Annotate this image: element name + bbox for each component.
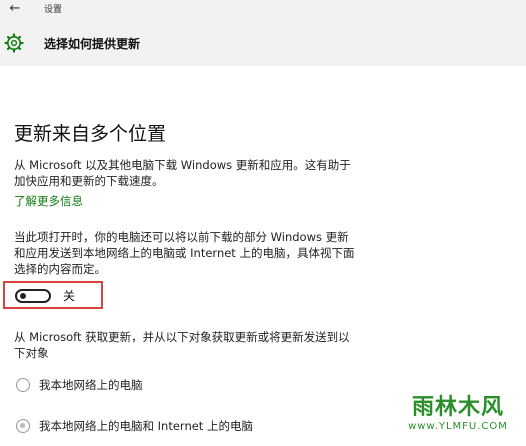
source-line-1: 从 Microsoft 获取更新，并从以下对象获取更新或将更新发送到以 [14,330,350,344]
title-bar: ← 设置 [0,0,526,20]
toggle-state-label: 关 [63,289,76,303]
back-button[interactable]: ← [4,0,26,18]
radio-label: 我本地网络上的电脑和 Internet 上的电脑 [39,419,253,433]
source-description: 从 Microsoft 获取更新，并从以下对象获取更新或将更新发送到以 下对象 [14,329,404,361]
intro-text: 从 Microsoft 以及其他电脑下载 Windows 更新和应用。这有助于 … [14,157,404,189]
watermark-logo: 雨林木风 www.YLMFU.COM [394,381,522,441]
app-title: 设置 [44,5,63,15]
section-title: 更新来自多个位置 [14,123,167,145]
page-title: 选择如何提供更新 [44,37,141,51]
page-header: 选择如何提供更新 [0,20,526,66]
watermark-text: 雨林木风 [411,395,504,420]
gear-icon [4,33,24,53]
radio-label: 我本地网络上的电脑 [39,378,143,392]
intro-line-1: 从 Microsoft 以及其他电脑下载 Windows 更新和应用。这有助于 [14,158,351,172]
learn-more-link[interactable]: 了解更多信息 [14,193,83,209]
desc-line-2: 和应用发送到本地网络上的电脑或 Internet 上的电脑，具体视下面 [14,246,355,260]
back-arrow-icon: ← [9,1,21,16]
toggle-knob [20,293,26,299]
toggle-highlight-box: 关 [3,281,103,309]
desc-line-3: 选择的内容而定。 [14,262,106,276]
radio-button[interactable] [16,378,30,392]
watermark-url: www.YLMFU.COM [408,421,508,432]
radio-button-selected[interactable] [16,419,30,433]
intro-line-2: 加快应用和更新的下载速度。 [14,174,164,188]
delivery-toggle[interactable] [15,289,51,303]
toggle-description: 当此项打开时，你的电脑还可以将以前下载的部分 Windows 更新 和应用发送到… [14,229,404,277]
source-line-2: 下对象 [14,346,49,360]
desc-line-1: 当此项打开时，你的电脑还可以将以前下载的部分 Windows 更新 [14,230,349,244]
